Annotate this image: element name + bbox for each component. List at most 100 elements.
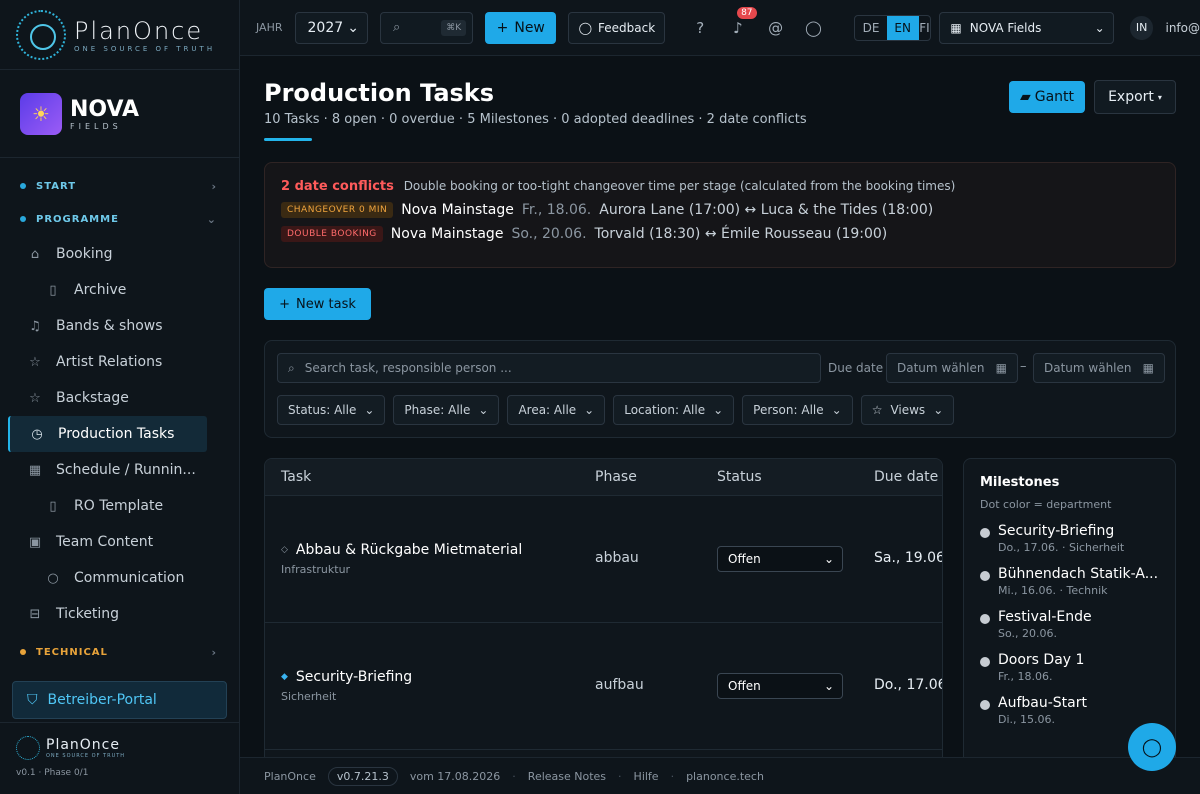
task-search-input[interactable]: ⌕ Search task, responsible person ... (277, 353, 821, 383)
mention-icon[interactable]: @ (763, 15, 789, 41)
sidebar-item-production-tasks[interactable]: ◷ Production Tasks (8, 416, 207, 452)
help-icon[interactable]: ? (687, 15, 713, 41)
sidebar-item-bands-shows[interactable]: ♫ Bands & shows (0, 308, 239, 344)
conflict-tag: CHANGEOVER 0 MIN (281, 202, 394, 218)
filter-person[interactable]: Person: Alle ⌄ (742, 395, 853, 425)
feedback-button[interactable]: ◯ Feedback (568, 11, 666, 44)
main-content: Production Tasks 10 Tasks · 8 open · 0 o… (240, 57, 1200, 757)
filter-area[interactable]: Area: Alle ⌄ (507, 395, 606, 425)
festival-brand[interactable]: ☀ NOVA FIELDS (0, 70, 239, 158)
milestone-item[interactable]: Festival-Ende So., 20.06. (980, 609, 1159, 640)
lang-de[interactable]: DE (855, 16, 887, 40)
filter-status[interactable]: Status: Alle ⌄ (277, 395, 386, 425)
image-icon: ▣ (28, 534, 42, 550)
sidebar-item-schedule[interactable]: ▦ Schedule / Runnin... (0, 452, 239, 488)
milestone-filled-icon: ◆ (281, 672, 288, 682)
sidebar-item-booking[interactable]: ⌂ Booking (0, 236, 239, 272)
nav-section-programme[interactable]: PROGRAMME ⌄ (0, 203, 239, 236)
sidebar-item-artist-relations[interactable]: ☆ Artist Relations (0, 344, 239, 380)
language-switcher: DE EN FI (854, 14, 932, 41)
status-value: Offen (728, 552, 761, 566)
bell-icon[interactable]: ♪ 87 (725, 6, 757, 41)
sidebar-item-ro-template[interactable]: ▯ RO Template (0, 488, 239, 524)
conflicts-heading: 2 date conflicts Double booking or too-t… (281, 179, 1159, 194)
logo-tagline: ONE SOURCE OF TRUTH (74, 44, 216, 53)
release-notes-link[interactable]: Release Notes (528, 770, 606, 783)
page-stats: 10 Tasks · 8 open · 0 overdue · 5 Milest… (264, 112, 807, 127)
milestone-item[interactable]: Bühnendach Statik-A... Mi., 16.06. · Tech… (980, 566, 1159, 597)
nav-section-label: START (36, 181, 77, 192)
milestone-item[interactable]: Aufbau-Start Di., 15.06. (980, 695, 1159, 726)
due-date-to[interactable]: Datum wählen ▦ (1033, 353, 1165, 383)
website-link[interactable]: planonce.tech (686, 770, 764, 783)
global-search[interactable]: ⌕ ⌘K (379, 11, 474, 44)
star-icon: ☆ (29, 390, 41, 406)
nav-section-technical[interactable]: TECHNICAL › (0, 636, 239, 669)
footer-date: vom 17.08.2026 (409, 769, 501, 783)
chat-icon: ○ (47, 570, 59, 586)
caret-down-icon: ▾ (1157, 92, 1162, 102)
chevron-down-icon: ⌄ (206, 213, 217, 226)
sidebar-item-ticketing[interactable]: ⊟ Ticketing (0, 596, 239, 632)
department-dot (980, 571, 990, 581)
milestone-name: Bühnendach Statik-A... (998, 566, 1159, 582)
search-placeholder: Search task, responsible person ... (304, 361, 512, 375)
department-dot (980, 700, 990, 710)
column-phase[interactable]: Phase (595, 469, 637, 485)
lang-en[interactable]: EN (886, 15, 919, 40)
milestone-name: Aufbau-Start (998, 695, 1087, 711)
chevron-down-icon: ⌄ (478, 403, 489, 417)
filter-views[interactable]: ☆ Views ⌄ (860, 395, 955, 425)
milestone-item[interactable]: Security-Briefing Do., 17.06. · Sicherhei… (980, 523, 1159, 554)
conflict-date: Fr., 18.06. (521, 202, 592, 218)
column-status[interactable]: Status (717, 469, 762, 485)
chat-icon[interactable]: ◯ (801, 15, 827, 41)
sidebar-item-communication[interactable]: ○ Communication (0, 560, 239, 596)
sidebar-item-team-content[interactable]: ▣ Team Content (0, 524, 239, 560)
conflict-tag: DOUBLE BOOKING (281, 226, 383, 242)
avatar[interactable]: IN (1129, 15, 1154, 40)
milestone-meta: Fr., 18.06. (998, 670, 1053, 683)
sidebar-item-archive[interactable]: ▯ Archive (0, 272, 239, 308)
conflict-row[interactable]: CHANGEOVER 0 MIN Nova Mainstage Fr., 18.… (281, 202, 1159, 218)
chat-fab-button[interactable]: ◯ (1128, 723, 1176, 771)
new-button[interactable]: + New (485, 11, 557, 44)
clock-icon: ◷ (31, 426, 43, 442)
footer-version: v0.7.21.3 (327, 766, 398, 786)
new-task-label: New task (296, 296, 356, 312)
filter-location[interactable]: Location: Alle ⌄ (613, 395, 735, 425)
due-date-from[interactable]: Datum wählen ▦ (886, 353, 1018, 383)
nav-section-start[interactable]: START › (0, 170, 239, 203)
footer-separator: · (618, 769, 622, 783)
conflicts-description: Double booking or too-tight changeover t… (403, 179, 956, 193)
milestone-meta: Mi., 16.06. · Technik (998, 584, 1108, 597)
column-task[interactable]: Task (281, 469, 311, 485)
grid-icon: ▦ (950, 20, 962, 35)
milestone-item[interactable]: Doors Day 1 Fr., 18.06. (980, 652, 1159, 683)
task-status-select[interactable]: Offen ⌄ (717, 673, 843, 699)
year-select[interactable]: 2027 ⌄ (294, 11, 368, 44)
sidebar-item-backstage[interactable]: ☆ Backstage (0, 380, 239, 416)
app-logo[interactable]: PlanOnce ONE SOURCE OF TRUTH (0, 0, 239, 70)
date-range-dash: – (1020, 359, 1027, 374)
filter-label: Location: Alle (624, 403, 706, 417)
topbar: JAHR 2027 ⌄ ⌕ ⌘K + New ◯ Feedback ? ♪ 87 … (240, 0, 1200, 56)
table-row[interactable]: ◆ Security-Briefing Sicherheit aufbau Of… (265, 623, 942, 750)
gantt-icon: ▰ (1019, 89, 1031, 105)
music-icon: ♫ (29, 318, 41, 334)
conflict-row[interactable]: DOUBLE BOOKING Nova Mainstage So., 20.06… (281, 226, 1159, 242)
filter-phase[interactable]: Phase: Alle ⌄ (393, 395, 500, 425)
operator-portal-button[interactable]: ⛉ Betreiber-Portal (12, 681, 227, 719)
gantt-button[interactable]: ▰ Gantt (1009, 81, 1085, 113)
table-row[interactable]: ◇ Abbau & Rückgabe Mietmaterial Infrastr… (265, 496, 942, 623)
user-email[interactable]: info@ (1165, 21, 1200, 35)
lang-fi[interactable]: FI (919, 16, 931, 40)
search-shortcut: ⌘K (441, 19, 467, 36)
task-status-select[interactable]: Offen ⌄ (717, 546, 843, 572)
help-link[interactable]: Hilfe (634, 770, 659, 783)
conflict-text: Torvald (18:30) ↔ Émile Rousseau (19:00) (594, 226, 888, 242)
festival-select[interactable]: ▦ NOVA Fields ⌄ (939, 11, 1114, 44)
export-button[interactable]: Export ▾ (1094, 80, 1176, 114)
column-due-date[interactable]: Due date (874, 469, 938, 485)
new-task-button[interactable]: + New task (264, 288, 371, 320)
